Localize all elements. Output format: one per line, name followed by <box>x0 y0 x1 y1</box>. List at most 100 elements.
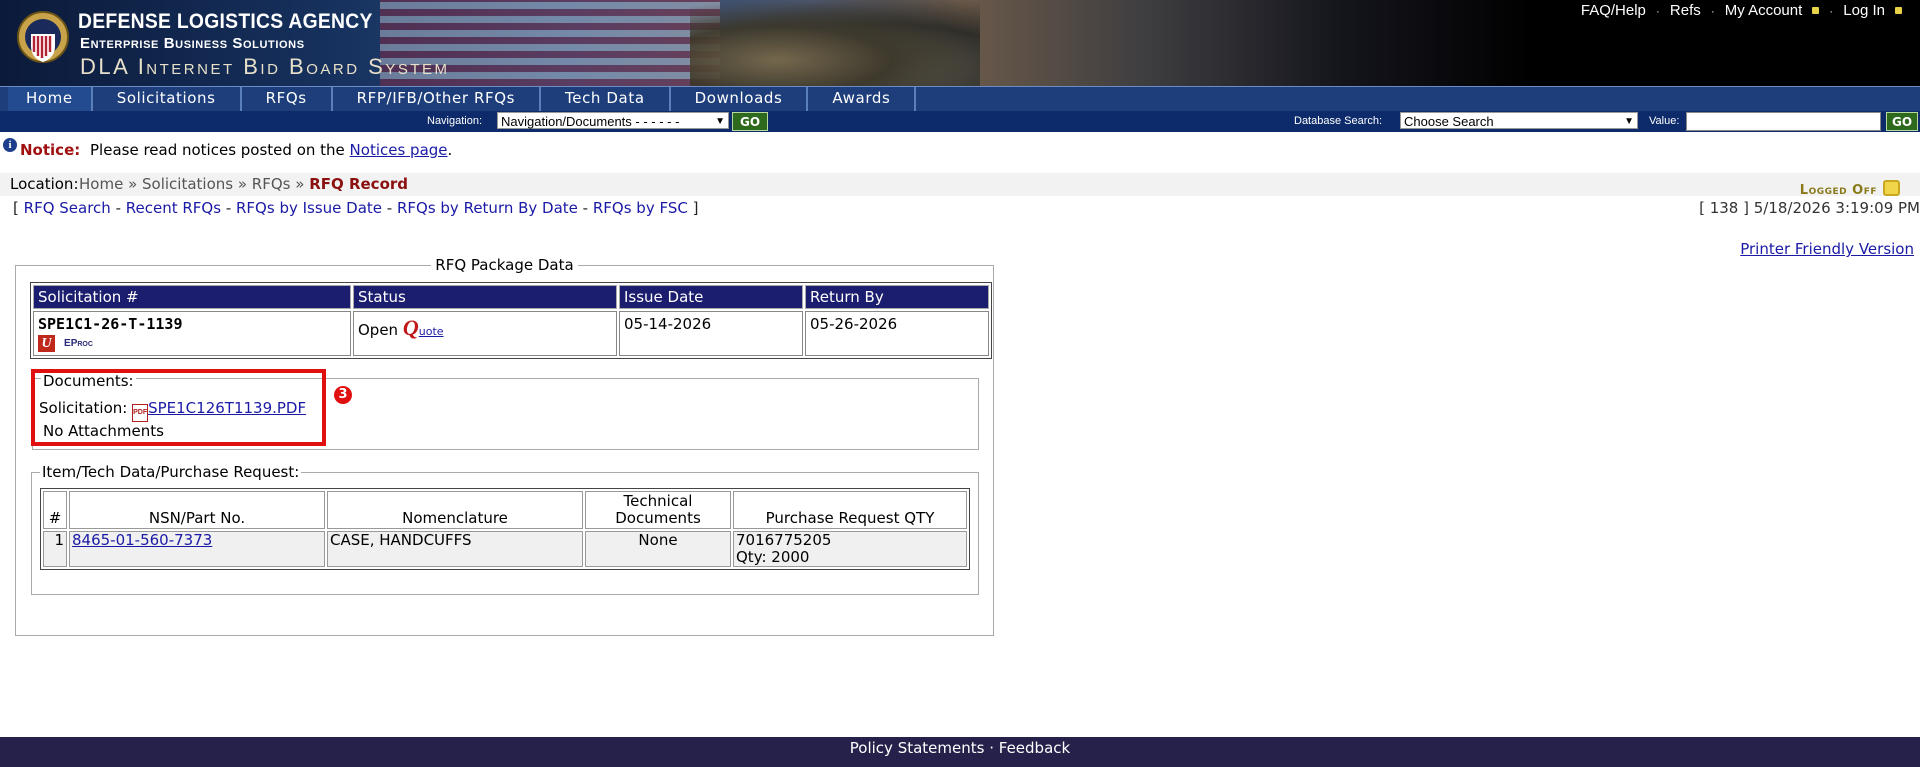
chevron-down-icon: ▼ <box>1624 116 1634 127</box>
login-link[interactable]: Log In <box>1843 2 1885 19</box>
menu-rfqs[interactable]: RFQs <box>242 87 333 111</box>
my-account-link[interactable]: My Account <box>1725 2 1803 19</box>
col-status: Status <box>353 285 617 309</box>
bracket-open: [ <box>13 199 19 217</box>
notice-text: Please read notices posted on the Notice… <box>90 136 452 164</box>
system-title: DLA Internet Bid Board System <box>80 54 450 79</box>
solicitation-number: SPE1C1-26-T-1139 <box>38 315 183 333</box>
annotation-highlight-box <box>31 369 326 446</box>
table-header-row: Solicitation # Status Issue Date Return … <box>33 285 989 309</box>
link-separator: - <box>577 199 593 217</box>
rfqs-by-issue-date-link[interactable]: RFQs by Issue Date <box>236 199 382 217</box>
rfq-package-title-row: RFQ Package Data <box>16 256 993 274</box>
lock-icon <box>1812 7 1820 14</box>
page-timestamp: [ 138 ] 5/18/2026 3:19:09 PM <box>1699 199 1920 217</box>
quote-link[interactable]: uote <box>419 325 444 338</box>
status-text: Open <box>358 321 399 339</box>
feedback-link[interactable]: Feedback <box>999 739 1070 757</box>
col-nomenclature: Nomenclature <box>327 491 583 529</box>
nsn-link[interactable]: 8465-01-560-7373 <box>72 531 212 549</box>
policy-statements-link[interactable]: Policy Statements <box>850 739 985 757</box>
recent-rfqs-link[interactable]: Recent RFQs <box>126 199 221 217</box>
navigation-go-button[interactable]: GO <box>732 112 768 131</box>
separator-dot: · <box>1655 3 1660 18</box>
dla-seal-icon <box>17 11 69 63</box>
col-return-by: Return By <box>805 285 989 309</box>
purchase-request-qty: Qty: 2000 <box>736 548 810 566</box>
subagency-name: Enterprise Business Solutions <box>80 35 305 52</box>
location-label: Location: <box>10 175 79 193</box>
notice-text-after: . <box>447 141 453 159</box>
menu-downloads[interactable]: Downloads <box>671 87 809 111</box>
page-footer: Policy Statements · Feedback <box>0 737 1920 767</box>
annotation-number-badge: 3 <box>334 386 352 404</box>
faq-help-link[interactable]: FAQ/Help <box>1581 2 1646 19</box>
u-badge-icon: U <box>38 335 55 352</box>
table-header-row: # NSN/Part No. Nomenclature Technical Do… <box>43 491 967 529</box>
rfqs-by-fsc-link[interactable]: RFQs by FSC <box>593 199 688 217</box>
notices-page-link[interactable]: Notices page <box>350 141 448 159</box>
rfq-search-link[interactable]: RFQ Search <box>24 199 111 217</box>
item-table: # NSN/Part No. Nomenclature Technical Do… <box>40 488 970 570</box>
notice-label: Notice: <box>20 141 81 159</box>
col-purchase-request: Purchase Request QTY <box>733 491 967 529</box>
item-tech-data-fieldset: Item/Tech Data/Purchase Request: # NSN/P… <box>31 463 979 595</box>
navigation-select-value: Navigation/Documents - - - - - - <box>501 114 680 129</box>
rfq-package-title: RFQ Package Data <box>431 256 578 274</box>
col-item-number: # <box>43 491 67 529</box>
item-number: 1 <box>43 531 67 567</box>
tech-docs-cell: None <box>585 531 731 567</box>
menu-tech-data[interactable]: Tech Data <box>541 87 671 111</box>
agency-name: DEFENSE LOGISTICS AGENCY <box>78 10 373 33</box>
rfq-summary-table: Solicitation # Status Issue Date Return … <box>30 282 992 359</box>
link-separator: - <box>221 199 236 217</box>
menu-awards[interactable]: Awards <box>808 87 917 111</box>
bracket-close: ] <box>692 199 699 217</box>
lock-icon <box>1895 7 1902 14</box>
footer-separator: · <box>984 739 999 757</box>
top-links: FAQ/Help · Refs · My Account · Log In <box>1581 2 1902 19</box>
menu-rfp-ifb-other[interactable]: RFP/IFB/Other RFQs <box>333 87 542 111</box>
database-search-value: Choose Search <box>1404 114 1494 129</box>
logged-off-status: Logged Off <box>1800 180 1900 198</box>
eproc-label: EProc <box>64 338 93 349</box>
database-search-select[interactable]: Choose Search ▼ <box>1400 112 1638 129</box>
database-go-button[interactable]: GO <box>1886 112 1918 131</box>
rfqs-by-return-date-link[interactable]: RFQs by Return By Date <box>397 199 578 217</box>
banner-soldiers-graphic <box>690 0 980 86</box>
table-row: 1 8465-01-560-7373 CASE, HANDCUFFS None … <box>43 531 967 567</box>
col-issue-date: Issue Date <box>619 285 803 309</box>
refs-link[interactable]: Refs <box>1670 2 1701 19</box>
main-menu: Home Solicitations RFQs RFP/IFB/Other RF… <box>0 86 1920 112</box>
rfq-sublinks: [ RFQ Search - Recent RFQs - RFQs by Iss… <box>13 199 698 217</box>
breadcrumb-path[interactable]: Home » Solicitations » RFQs » <box>79 175 309 193</box>
item-tech-data-label: Item/Tech Data/Purchase Request: <box>40 463 302 481</box>
return-by-cell: 05-26-2026 <box>805 311 989 356</box>
breadcrumb-current: RFQ Record <box>309 175 409 193</box>
col-tech-docs: Technical Documents <box>585 491 731 529</box>
info-icon: i <box>3 138 17 152</box>
site-banner: DEFENSE LOGISTICS AGENCY Enterprise Busi… <box>0 0 1920 86</box>
value-label: Value: <box>1649 115 1680 127</box>
separator-dot: · <box>1710 3 1715 18</box>
rfq-package-panel: RFQ Package Data Solicitation # Status I… <box>15 256 994 636</box>
navigation-bar: Navigation: Navigation/Documents - - - -… <box>0 111 1920 132</box>
navigation-select[interactable]: Navigation/Documents - - - - - - ▼ <box>497 112 729 129</box>
solicitation-cell: SPE1C1-26-T-1139 U EProc <box>33 311 351 356</box>
unlock-icon <box>1883 180 1900 196</box>
printer-friendly-link[interactable]: Printer Friendly Version <box>1740 240 1914 258</box>
breadcrumb: Home » Solicitations » RFQs » RFQ Record <box>79 173 408 196</box>
eproc-badge: U EProc <box>38 334 346 352</box>
menu-home[interactable]: Home <box>8 87 93 111</box>
link-separator: - <box>110 199 126 217</box>
link-separator: - <box>382 199 397 217</box>
col-nsn: NSN/Part No. <box>69 491 325 529</box>
menu-solicitations[interactable]: Solicitations <box>93 87 242 111</box>
nsn-cell: 8465-01-560-7373 <box>69 531 325 567</box>
value-input[interactable] <box>1686 112 1881 131</box>
purchase-request-cell: 7016775205 Qty: 2000 <box>733 531 967 567</box>
location-bar: Location: Home » Solicitations » RFQs » … <box>0 173 1920 196</box>
database-search-label: Database Search: <box>1294 115 1383 127</box>
logged-off-text: Logged Off <box>1799 183 1877 198</box>
quote-q-icon[interactable]: Q <box>403 315 419 340</box>
